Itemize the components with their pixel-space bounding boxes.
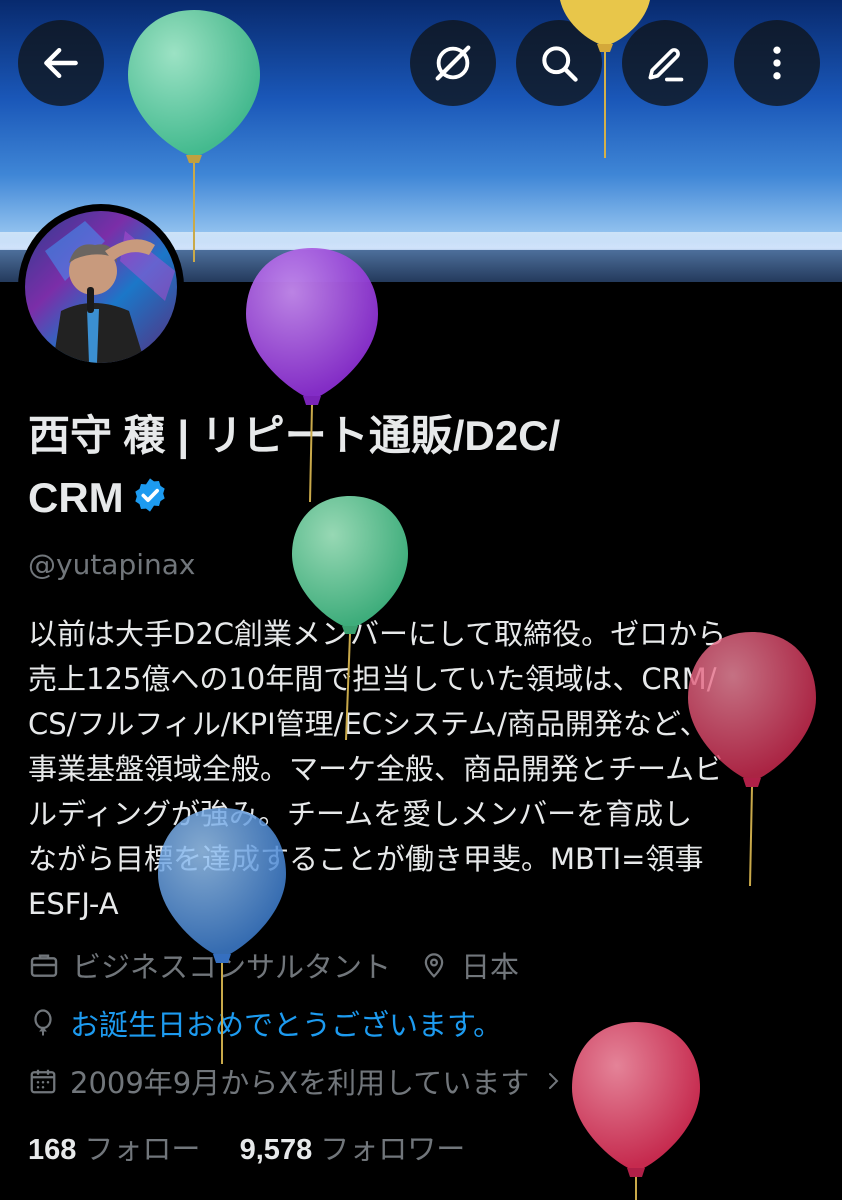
verified-badge-icon[interactable] [130, 470, 170, 532]
profile-meta-joined: 2009年9月からXを利用しています [28, 1060, 577, 1102]
balloon-decoration [128, 10, 260, 262]
back-button[interactable] [18, 20, 104, 106]
balloon-decoration [572, 1022, 700, 1200]
chevron-right-icon[interactable] [541, 1067, 565, 1095]
bio-line: ESFJ-A [28, 887, 119, 921]
briefcase-icon [28, 949, 60, 981]
balloon-decoration [246, 248, 378, 503]
more-button[interactable] [734, 20, 820, 106]
balloon-icon [28, 1007, 58, 1039]
following-label: フォロー [84, 1132, 201, 1166]
slash-circle-icon [435, 45, 471, 81]
balloon-decoration [560, 0, 650, 158]
profile-location: 日本 [461, 950, 520, 984]
arrow-left-icon [44, 47, 78, 79]
location-pin-icon [419, 949, 449, 981]
balloon-decoration [292, 496, 408, 741]
calendar-icon [28, 1066, 58, 1096]
more-vertical-icon [773, 46, 781, 80]
following-count: 168 [28, 1134, 77, 1166]
followers-count: 9,578 [239, 1134, 313, 1166]
profile-name-line2: CRM [28, 474, 124, 521]
follow-counts: 168 フォロー 9,578 フォロワー [28, 1126, 465, 1168]
followers-label: フォロワー [320, 1132, 466, 1166]
grok-button[interactable] [410, 20, 496, 106]
joined-date: 2009年9月からXを利用しています [70, 1066, 530, 1100]
profile-handle: @yutapinax [28, 548, 196, 581]
following-link[interactable]: 168 フォロー [28, 1132, 200, 1166]
followers-link[interactable]: 9,578 フォロワー [240, 1132, 466, 1166]
balloon-decoration [158, 808, 286, 1064]
balloon-decoration [688, 632, 816, 887]
